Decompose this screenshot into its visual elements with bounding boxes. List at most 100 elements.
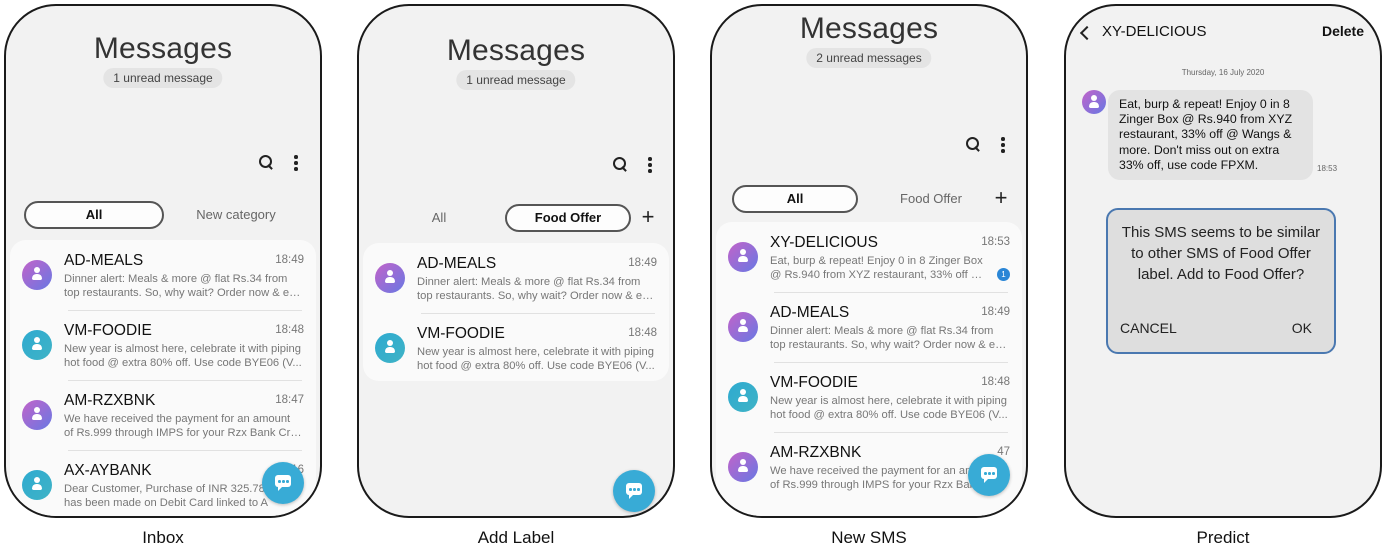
chat-bubble-icon bbox=[981, 467, 997, 483]
more-options-icon[interactable] bbox=[294, 155, 298, 171]
compose-button[interactable] bbox=[262, 462, 304, 504]
new-sms-panel: Messages 2 unread messages All Food Offe… bbox=[710, 4, 1028, 547]
list-item[interactable]: AD-MEALS 18:49 Dinner alert: Meals & mor… bbox=[10, 240, 316, 310]
message-time: 18:47 bbox=[275, 394, 304, 406]
unread-badge: 2 unread messages bbox=[806, 48, 932, 68]
avatar bbox=[728, 382, 758, 412]
tab-new-category[interactable]: New category bbox=[176, 201, 296, 229]
phone-frame: Messages 1 unread message All New catego… bbox=[4, 4, 322, 518]
compose-button[interactable] bbox=[613, 470, 655, 512]
person-icon bbox=[32, 337, 42, 351]
back-arrow-icon[interactable] bbox=[1079, 25, 1095, 41]
avatar bbox=[22, 330, 52, 360]
avatar bbox=[728, 312, 758, 342]
date-divider: Thursday, 16 July 2020 bbox=[1181, 68, 1265, 77]
add-label-panel: Messages 1 unread message All Food Offer… bbox=[357, 4, 675, 547]
unread-badge: 1 unread message bbox=[456, 70, 576, 90]
list-item[interactable]: AD-MEALS 18:49 Dinner alert: Meals & mor… bbox=[363, 243, 669, 313]
category-tabs: All New category bbox=[6, 201, 320, 229]
person-icon bbox=[32, 407, 42, 421]
sender-name: VM-FOODIE bbox=[64, 322, 152, 339]
label-suggestion-dialog: This SMS seems to be similar to other SM… bbox=[1106, 208, 1336, 354]
person-icon bbox=[1089, 95, 1099, 109]
message-preview: Dinner alert: Meals & more @ flat Rs.34 … bbox=[417, 276, 657, 302]
person-icon bbox=[738, 249, 748, 263]
add-label-button[interactable]: + bbox=[992, 185, 1010, 213]
message-time: 18:48 bbox=[628, 327, 657, 339]
avatar bbox=[728, 452, 758, 482]
delete-button[interactable]: Delete bbox=[1322, 23, 1364, 39]
panel-caption: Inbox bbox=[142, 528, 184, 547]
more-options-icon[interactable] bbox=[1001, 137, 1005, 153]
sender-name: AM-RZXBNK bbox=[64, 392, 156, 409]
message-preview: New year is almost here, celebrate it wi… bbox=[770, 395, 1008, 421]
unread-count-badge: 1 bbox=[997, 268, 1010, 281]
avatar bbox=[1082, 90, 1106, 114]
message-time: 18:53 bbox=[1317, 164, 1338, 173]
message-bubble: Eat, burp & repeat! Enjoy 0 in 8 Zinger … bbox=[1108, 90, 1313, 181]
tab-all[interactable]: All bbox=[399, 204, 479, 232]
phone-frame: XY-DELICIOUS Delete Thursday, 16 July 20… bbox=[1064, 4, 1382, 518]
message-time: 18:49 bbox=[981, 306, 1010, 318]
panel-caption: Predict bbox=[1196, 528, 1250, 547]
person-icon bbox=[738, 389, 748, 403]
avatar bbox=[375, 333, 405, 363]
panel-caption: New SMS bbox=[831, 528, 907, 547]
avatar bbox=[728, 242, 758, 272]
chat-bubble-icon bbox=[626, 483, 642, 499]
compose-button[interactable] bbox=[968, 454, 1010, 496]
tab-all[interactable]: All bbox=[732, 185, 858, 213]
sender-name: VM-FOODIE bbox=[770, 374, 858, 391]
phone-frame: Messages 2 unread messages All Food Offe… bbox=[710, 4, 1028, 518]
page-title: Messages bbox=[93, 32, 233, 65]
sender-name: XY-DELICIOUS bbox=[770, 234, 878, 251]
tab-food-offer[interactable]: Food Offer bbox=[505, 204, 631, 232]
more-options-icon[interactable] bbox=[648, 157, 652, 173]
message-preview: New year is almost here, celebrate it wi… bbox=[64, 343, 302, 369]
search-icon[interactable] bbox=[966, 137, 982, 153]
list-item[interactable]: VM-FOODIE 18:48 New year is almost here,… bbox=[363, 313, 669, 381]
message-preview: Dinner alert: Meals & more @ flat Rs.34 … bbox=[64, 273, 304, 299]
inbox-panel: Messages 1 unread message All New catego… bbox=[4, 4, 322, 547]
ok-button[interactable]: OK bbox=[1292, 320, 1312, 336]
message-list: AD-MEALS 18:49 Dinner alert: Meals & mor… bbox=[363, 243, 669, 381]
tab-all[interactable]: All bbox=[24, 201, 164, 229]
message-preview: Eat, burp & repeat! Enjoy 0 in 8 Zinger … bbox=[770, 255, 992, 281]
list-item[interactable]: VM-FOODIE 18:48 New year is almost here,… bbox=[10, 310, 316, 380]
unread-badge: 1 unread message bbox=[103, 68, 223, 88]
category-tabs: All Food Offer + bbox=[359, 204, 673, 232]
list-item[interactable]: AD-MEALS 18:49 Dinner alert: Meals & mor… bbox=[716, 292, 1022, 362]
person-icon bbox=[385, 270, 395, 284]
avatar bbox=[375, 263, 405, 293]
search-icon[interactable] bbox=[259, 155, 275, 171]
message-preview: We have received the payment for an amou… bbox=[64, 413, 304, 439]
message-preview: New year is almost here, celebrate it wi… bbox=[417, 346, 655, 372]
message-time: 18:53 bbox=[981, 236, 1010, 248]
person-icon bbox=[32, 477, 42, 491]
add-label-button[interactable]: + bbox=[639, 204, 657, 232]
message-time: 18:49 bbox=[628, 257, 657, 269]
person-icon bbox=[385, 340, 395, 354]
person-icon bbox=[738, 319, 748, 333]
message-time: 18:48 bbox=[981, 376, 1010, 388]
list-item[interactable]: XY-DELICIOUS 18:53 Eat, burp & repeat! E… bbox=[716, 222, 1022, 292]
cancel-button[interactable]: CANCEL bbox=[1120, 320, 1177, 336]
sender-name: AD-MEALS bbox=[417, 255, 497, 272]
person-icon bbox=[32, 267, 42, 281]
category-tabs: All Food Offer + bbox=[712, 185, 1026, 213]
page-title: Messages bbox=[446, 34, 586, 67]
sender-name: AM-RZXBNK bbox=[770, 444, 862, 461]
predict-panel: XY-DELICIOUS Delete Thursday, 16 July 20… bbox=[1064, 4, 1382, 547]
avatar bbox=[22, 400, 52, 430]
tab-food-offer[interactable]: Food Offer bbox=[878, 185, 984, 213]
sender-name: AX-AYBANK bbox=[64, 462, 152, 479]
list-item[interactable]: VM-FOODIE 18:48 New year is almost here,… bbox=[716, 362, 1022, 432]
message-preview: Dinner alert: Meals & more @ flat Rs.34 … bbox=[770, 325, 1010, 351]
search-icon[interactable] bbox=[613, 157, 629, 173]
avatar bbox=[22, 470, 52, 500]
sender-name: AD-MEALS bbox=[770, 304, 850, 321]
list-item[interactable]: AM-RZXBNK 18:47 We have received the pay… bbox=[10, 380, 316, 450]
panel-caption: Add Label bbox=[477, 528, 555, 547]
dialog-message: This SMS seems to be similar to other SM… bbox=[1121, 224, 1321, 283]
phone-frame: Messages 1 unread message All Food Offer… bbox=[357, 4, 675, 518]
